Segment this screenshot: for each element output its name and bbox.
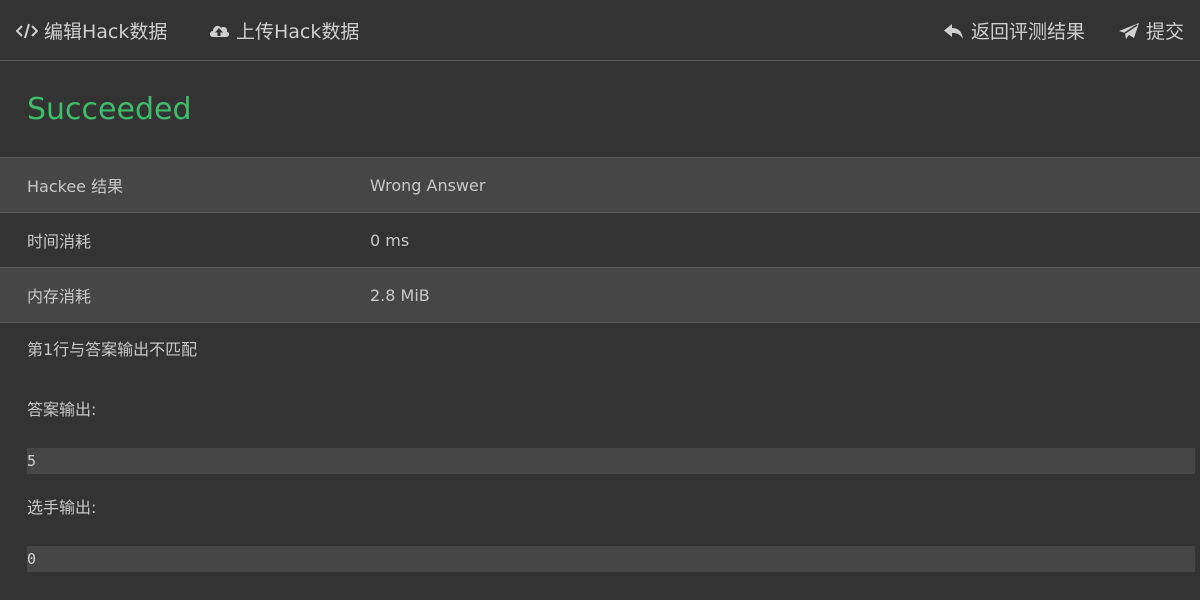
edit-hack-data-button[interactable]: 编辑Hack数据: [16, 0, 167, 61]
submit-label: 提交: [1145, 21, 1184, 43]
code-icon: [16, 22, 38, 40]
cloud-upload-icon: [208, 22, 230, 40]
player-output-label: 选手输出:: [27, 498, 97, 517]
paper-plane-icon: [1118, 22, 1140, 40]
mismatch-message: 第1行与答案输出不匹配: [27, 340, 198, 359]
submit-button[interactable]: 提交: [1118, 0, 1184, 61]
info-value: Wrong Answer: [370, 175, 486, 195]
info-value: 0 ms: [370, 230, 410, 250]
reply-icon: [943, 22, 965, 40]
upload-hack-data-label: 上传Hack数据: [236, 21, 360, 43]
info-key: 内存消耗: [27, 287, 92, 306]
back-to-result-label: 返回评测结果: [970, 21, 1085, 43]
status-title: Succeeded: [27, 92, 192, 127]
answer-output-block: 5: [27, 448, 1195, 474]
info-row-hackee-result: Hackee 结果 Wrong Answer: [0, 157, 1200, 212]
info-key: 时间消耗: [27, 232, 92, 251]
result-info-table: Hackee 结果 Wrong Answer 时间消耗 0 ms 内存消耗 2.…: [0, 157, 1200, 323]
info-row-memory: 内存消耗 2.8 MiB: [0, 267, 1200, 323]
info-key: Hackee 结果: [27, 177, 124, 196]
info-value: 2.8 MiB: [370, 285, 430, 305]
upload-hack-data-button[interactable]: 上传Hack数据: [208, 0, 359, 61]
player-output-block: 0: [27, 546, 1195, 572]
edit-hack-data-label: 编辑Hack数据: [44, 21, 168, 43]
answer-output-label: 答案输出:: [27, 400, 97, 419]
judge-details: 第1行与答案输出不匹配 答案输出: 5 选手输出: 0: [27, 338, 1195, 572]
info-row-time: 时间消耗 0 ms: [0, 212, 1200, 267]
toolbar: 编辑Hack数据 上传Hack数据 返回评测结果 提交: [0, 0, 1200, 61]
back-to-result-button[interactable]: 返回评测结果: [943, 0, 1085, 61]
